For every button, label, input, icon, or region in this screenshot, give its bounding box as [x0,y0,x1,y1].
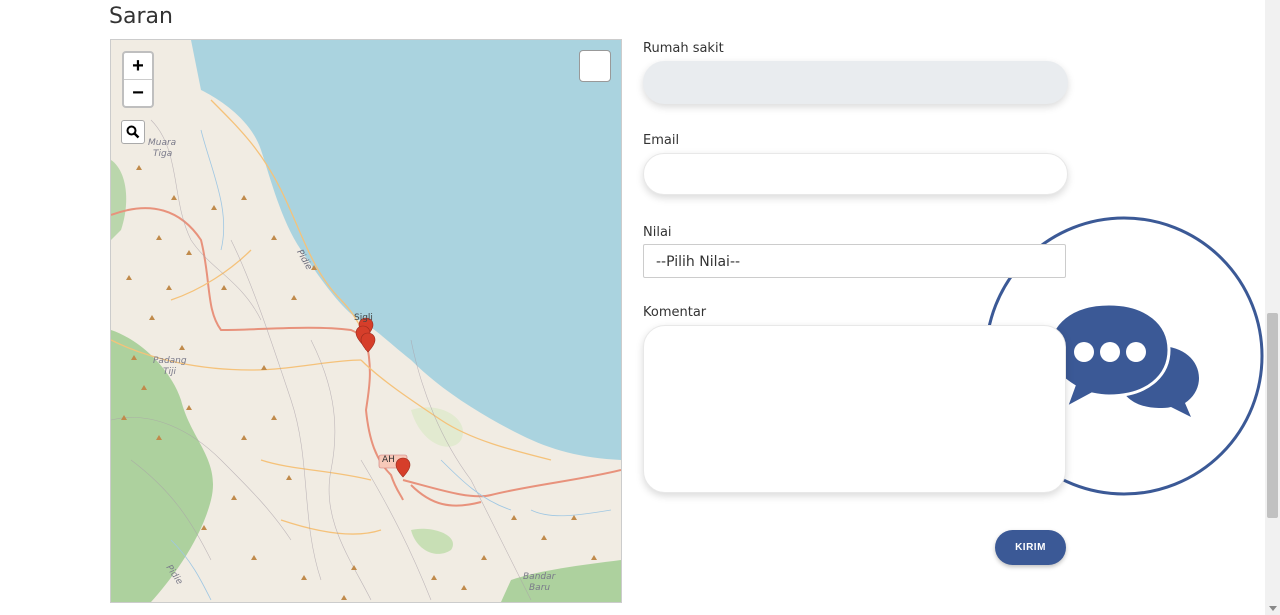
hospital-label: Rumah sakit [643,41,724,56]
map-label-sigli: Sigli [354,313,373,323]
comment-label: Komentar [643,305,707,320]
page-title: Saran [109,4,173,29]
page-scrollbar[interactable] [1265,0,1280,615]
scrollbar-thumb[interactable] [1267,313,1278,518]
comment-textarea[interactable] [643,325,1066,493]
map[interactable]: Muara Tiga Pidie Sigli Padang Tiji AH Pi… [110,39,622,603]
email-field[interactable] [643,153,1068,195]
map-label-muara: Muara [148,138,177,148]
rating-select[interactable]: --Pilih Nilai-- [643,244,1066,278]
map-search-button[interactable] [121,120,145,144]
map-label-ah: AH [382,455,395,465]
zoom-control: + − [122,51,154,108]
scroll-down-icon[interactable] [1269,606,1277,611]
layers-button[interactable] [579,50,611,82]
map-label-tiga: Tiga [153,149,173,159]
rating-label: Nilai [643,225,672,240]
submit-button[interactable]: KIRIM [995,530,1066,565]
map-label-bandar: Bandar [523,572,556,582]
zoom-in-button[interactable]: + [124,53,152,79]
zoom-out-button[interactable]: − [124,79,152,106]
search-icon [126,125,140,139]
email-label: Email [643,133,680,148]
hospital-field [643,61,1068,104]
map-label-padang: Padang [153,356,187,366]
map-label-tiji: Tiji [163,367,176,377]
map-label-baru: Baru [529,583,551,593]
